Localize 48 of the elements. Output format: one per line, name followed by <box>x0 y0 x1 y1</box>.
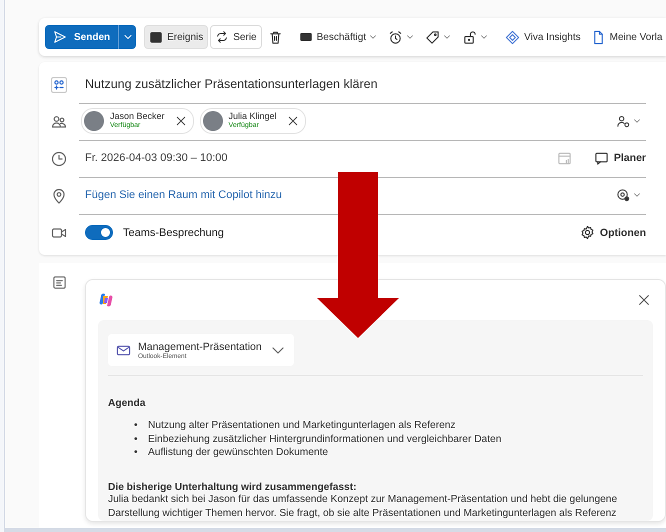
attendee-name: Julia Klingel <box>228 111 277 121</box>
close-icon[interactable] <box>637 293 651 307</box>
agenda-item: Auflistung der gewünschten Dokumente <box>148 446 328 460</box>
attendee-name: Jason Becker <box>110 111 165 121</box>
status-bar-icon <box>298 30 313 44</box>
toggle-button[interactable]: Serie <box>210 25 262 49</box>
add-room-link[interactable]: Fügen Sie einen Raum mit Copilot hinzu <box>85 189 282 201</box>
agenda-item: Einbeziehung zusätzlicher Hintergrundinformationen und vergleichbarer Daten <box>148 432 502 446</box>
send-button[interactable]: Senden <box>45 25 118 49</box>
calendar-icon <box>149 30 164 44</box>
tag-icon <box>425 30 440 44</box>
agenda-item: Nutzung alter Präsentationen und Marketingunterlagen als Referenz <box>148 419 456 432</box>
trash-icon <box>268 30 283 44</box>
gear-icon <box>580 225 595 240</box>
attendee-options-dropdown[interactable] <box>616 114 642 128</box>
unlocked-padlock-icon <box>462 30 478 44</box>
location-settings-icon <box>616 188 631 202</box>
teams-toggle-switch[interactable] <box>85 225 113 240</box>
bullet: • <box>134 419 139 432</box>
people-settings-icon <box>616 114 631 128</box>
close-icon[interactable] <box>174 115 187 127</box>
teams-meeting-label: Teams-Besprechung <box>123 226 224 238</box>
send-icon <box>53 30 67 44</box>
send-options-button[interactable] <box>118 25 136 49</box>
alarm-clock-icon <box>388 30 404 44</box>
date-time-field[interactable]: Fr. 2026-04-03 09:30 – 10:00 <box>85 152 228 164</box>
location-options-dropdown[interactable] <box>616 188 642 202</box>
viva-insights-button[interactable]: Viva Insights <box>501 25 585 49</box>
subject-field[interactable]: Nutzung zusätzlicher Präsentationsunterlagen klären <box>85 77 378 91</box>
bullet: • <box>134 432 139 446</box>
bullet: • <box>134 446 139 460</box>
envelope-icon <box>116 342 131 358</box>
planner-button[interactable]: Planer <box>594 150 646 166</box>
diamond-icon <box>505 30 520 44</box>
options-button[interactable]: Optionen <box>580 225 646 240</box>
avatar <box>84 111 104 131</box>
calendar-grid-icon <box>556 150 572 166</box>
busy-status-dropdown[interactable]: Beschäftigt <box>294 25 382 49</box>
summary-heading: Die bisherige Unterhaltung wird zusammengefasst: <box>108 482 358 492</box>
avatar <box>202 111 223 131</box>
repeat-icon <box>215 30 230 44</box>
close-icon[interactable] <box>286 115 299 127</box>
copilot-logo-icon <box>98 292 114 308</box>
summary-text: Julia bedankt sich bei Jason für das umfassende Konzept zur Management-Präsentation und hebt die gelungene Darstellung wichtiger Themen hervor. Sie fragt, ob sie alte Präsentationen und Marketingunterlagen als Referenz <box>108 492 618 520</box>
planner-icon <box>594 150 609 166</box>
agenda-heading: Agenda <box>108 398 146 409</box>
templates-button[interactable]: Meine Vorla <box>586 25 666 49</box>
toggle-button[interactable]: Ereignis <box>144 25 208 49</box>
